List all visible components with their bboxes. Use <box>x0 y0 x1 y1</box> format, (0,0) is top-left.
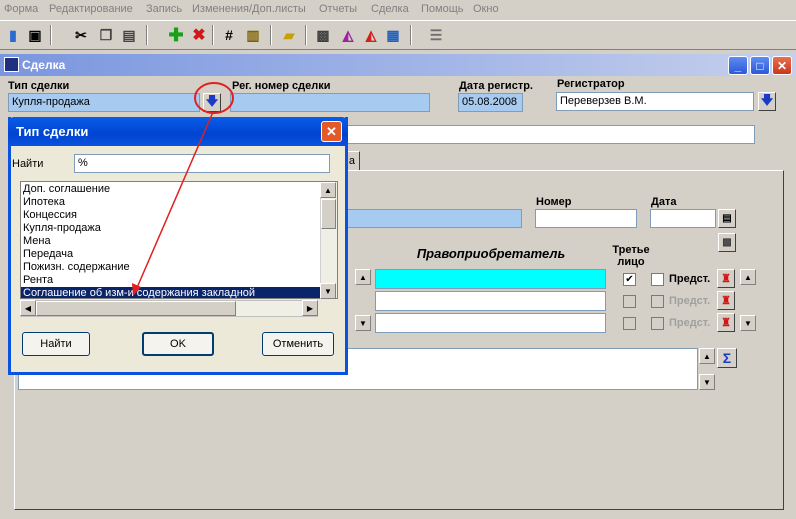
annotation-overlay <box>132 82 234 296</box>
annotation-circle <box>194 82 234 114</box>
annotation-arrow-head <box>132 283 141 296</box>
annotation-arrow-line <box>135 111 214 291</box>
